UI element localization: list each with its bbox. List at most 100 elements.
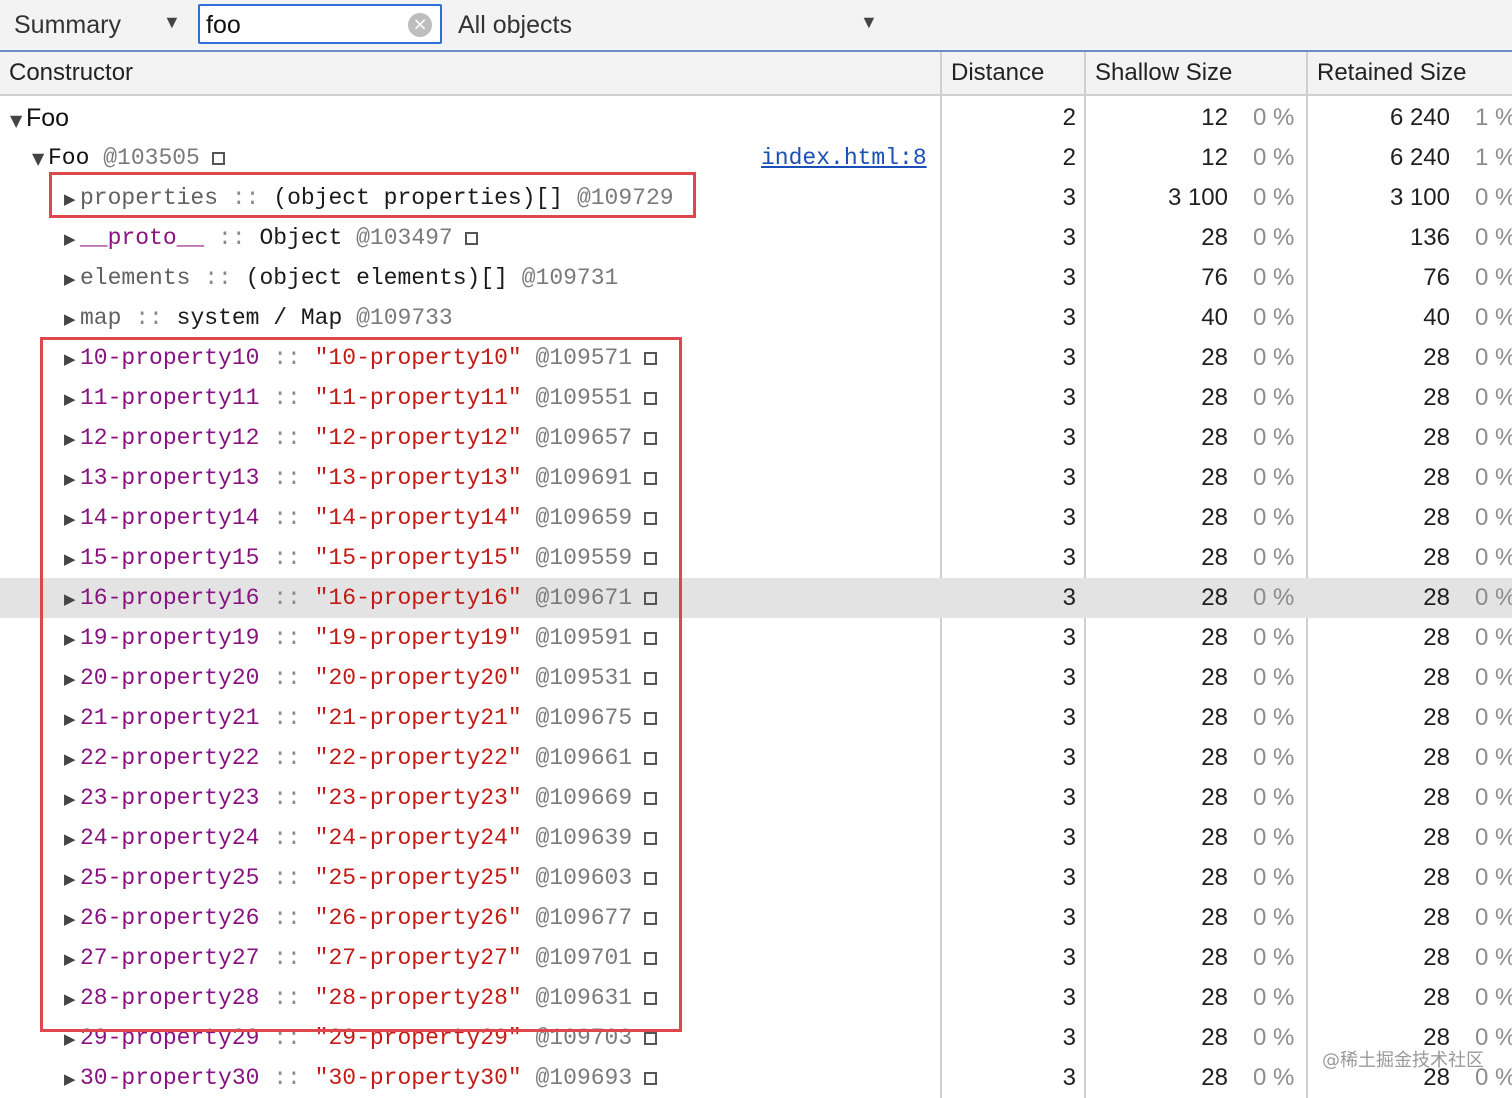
distance-value: 3 — [1062, 784, 1076, 811]
store-as-global-icon[interactable] — [644, 872, 658, 885]
view-dropdown-icon[interactable]: ▼ — [163, 12, 181, 33]
store-as-global-icon[interactable] — [464, 232, 478, 245]
collapsed-triangle-icon[interactable]: ▶ — [64, 779, 80, 819]
retained-size-value: 28 — [1423, 744, 1450, 771]
collapsed-triangle-icon[interactable]: ▶ — [64, 179, 80, 219]
collapsed-triangle-icon[interactable]: ▶ — [64, 259, 80, 299]
retained-size-percent: 0 % — [1475, 224, 1512, 251]
collapsed-triangle-icon[interactable]: ▶ — [64, 899, 80, 939]
table-row[interactable]: ▶ 12-property12 :: "12-property12" @10965… — [0, 418, 1512, 458]
shallow-size-value: 28 — [1201, 944, 1228, 971]
store-as-global-icon[interactable] — [644, 592, 658, 605]
store-as-global-icon[interactable] — [644, 792, 658, 805]
column-constructor[interactable]: Constructor — [0, 52, 940, 94]
source-location-link[interactable]: index.html:8 — [761, 138, 927, 178]
retained-size-percent: 0 % — [1475, 304, 1512, 331]
table-row[interactable]: ▶ 10-property10 :: "10-property10" @10957… — [0, 338, 1512, 378]
store-as-global-icon[interactable] — [644, 1072, 658, 1085]
table-row[interactable]: ▶ 26-property26 :: "26-property26" @10967… — [0, 898, 1512, 938]
table-row[interactable]: ▶ 27-property27 :: "27-property27" @10970… — [0, 938, 1512, 978]
collapsed-triangle-icon[interactable]: ▶ — [64, 739, 80, 779]
expanded-triangle-icon[interactable]: ▼ — [32, 139, 48, 179]
object-id: @109657 — [535, 425, 633, 451]
collapsed-triangle-icon[interactable]: ▶ — [64, 499, 80, 539]
table-row[interactable]: ▶__proto__ :: Object @103497 3 28 0 % 136 0 % — [0, 218, 1512, 258]
collapsed-triangle-icon[interactable]: ▶ — [64, 939, 80, 979]
retained-size-value: 28 — [1423, 384, 1450, 411]
table-row[interactable]: ▶ 11-property11 :: "11-property11" @10955… — [0, 378, 1512, 418]
property-value: "11-property11" — [314, 385, 522, 411]
store-as-global-icon[interactable] — [644, 912, 658, 925]
shallow-size-percent: 0 % — [1253, 264, 1295, 291]
table-row[interactable]: ▼Foo @103505 index.html:8 2 12 0 % 6 240 1 % — [0, 138, 1512, 178]
store-as-global-icon[interactable] — [644, 672, 658, 685]
table-row[interactable]: ▶ 22-property22 :: "22-property22" @10966… — [0, 738, 1512, 778]
collapsed-triangle-icon[interactable]: ▶ — [64, 699, 80, 739]
property-name: properties — [80, 185, 219, 211]
object-filter-select[interactable]: All objects — [458, 11, 572, 40]
column-retained-size[interactable]: Retained Size — [1308, 52, 1512, 94]
store-as-global-icon[interactable] — [644, 712, 658, 725]
property-value: "30-property30" — [314, 1065, 522, 1091]
class-filter-box[interactable]: × — [198, 4, 442, 44]
collapsed-triangle-icon[interactable]: ▶ — [64, 1019, 80, 1059]
store-as-global-icon[interactable] — [644, 832, 658, 845]
collapsed-triangle-icon[interactable]: ▶ — [64, 459, 80, 499]
table-row[interactable]: ▶map :: system / Map @109733 3 40 0 % 40 0 % — [0, 298, 1512, 338]
collapsed-triangle-icon[interactable]: ▶ — [64, 579, 80, 619]
collapsed-triangle-icon[interactable]: ▶ — [64, 419, 80, 459]
table-row[interactable]: ▶ elements :: (object elements)[] @109731… — [0, 258, 1512, 298]
store-as-global-icon[interactable] — [644, 632, 658, 645]
collapsed-triangle-icon[interactable]: ▶ — [64, 659, 80, 699]
store-as-global-icon[interactable] — [644, 352, 658, 365]
table-row[interactable]: ▶ 19-property19 :: "19-property19" @10959… — [0, 618, 1512, 658]
collapsed-triangle-icon[interactable]: ▶ — [64, 299, 80, 339]
collapsed-triangle-icon[interactable]: ▶ — [64, 859, 80, 899]
table-row[interactable]: ▶ 16-property16 :: "16-property16" @10967… — [0, 578, 1512, 618]
table-row[interactable]: ▶ 15-property15 :: "15-property15" @10955… — [0, 538, 1512, 578]
distance-value: 3 — [1062, 344, 1076, 371]
constructor-cell: ▶ 13-property13 :: "13-property13" @10969… — [64, 458, 658, 499]
table-row[interactable]: ▶ 23-property23 :: "23-property23" @10966… — [0, 778, 1512, 818]
collapsed-triangle-icon[interactable]: ▶ — [64, 819, 80, 859]
expanded-triangle-icon[interactable]: ▼ — [10, 101, 26, 141]
store-as-global-icon[interactable] — [644, 752, 658, 765]
collapsed-triangle-icon[interactable]: ▶ — [64, 339, 80, 379]
property-value: system / Map — [176, 305, 343, 331]
collapsed-triangle-icon[interactable]: ▶ — [64, 979, 80, 1019]
clear-search-icon[interactable]: × — [408, 13, 432, 37]
retained-size-value: 28 — [1423, 544, 1450, 571]
table-row[interactable]: ▶ 30-property30 :: "30-property30" @10969… — [0, 1058, 1512, 1098]
column-shallow-size[interactable]: Shallow Size — [1086, 52, 1306, 94]
table-row[interactable]: ▶ 14-property14 :: "14-property14" @10965… — [0, 498, 1512, 538]
table-row[interactable]: ▶ 20-property20 :: "20-property20" @10953… — [0, 658, 1512, 698]
store-as-global-icon[interactable] — [644, 952, 658, 965]
shallow-size-percent: 0 % — [1253, 344, 1295, 371]
table-row[interactable]: ▶ 21-property21 :: "21-property21" @10967… — [0, 698, 1512, 738]
store-as-global-icon[interactable] — [644, 1032, 658, 1045]
column-distance[interactable]: Distance — [942, 52, 1084, 94]
collapsed-triangle-icon[interactable]: ▶ — [64, 539, 80, 579]
store-as-global-icon[interactable] — [644, 512, 658, 525]
object-filter-dropdown-icon[interactable]: ▼ — [860, 12, 878, 33]
collapsed-triangle-icon[interactable]: ▶ — [64, 619, 80, 659]
collapsed-triangle-icon[interactable]: ▶ — [64, 1059, 80, 1098]
class-filter-input[interactable] — [206, 10, 396, 40]
store-as-global-icon[interactable] — [644, 552, 658, 565]
store-as-global-icon[interactable] — [211, 152, 225, 165]
store-as-global-icon[interactable] — [644, 472, 658, 485]
table-row[interactable]: ▶ 13-property13 :: "13-property13" @10969… — [0, 458, 1512, 498]
table-row[interactable]: ▼Foo 2 12 0 % 6 240 1 % — [0, 98, 1512, 138]
table-row[interactable]: ▶ properties :: (object properties)[] @10… — [0, 178, 1512, 218]
view-select[interactable]: Summary — [14, 11, 121, 40]
table-row[interactable]: ▶ 29-property29 :: "29-property29" @10970… — [0, 1018, 1512, 1058]
store-as-global-icon[interactable] — [644, 392, 658, 405]
shallow-size-percent: 0 % — [1253, 1064, 1295, 1091]
table-row[interactable]: ▶ 28-property28 :: "28-property28" @10963… — [0, 978, 1512, 1018]
collapsed-triangle-icon[interactable]: ▶ — [64, 379, 80, 419]
store-as-global-icon[interactable] — [644, 992, 658, 1005]
store-as-global-icon[interactable] — [644, 432, 658, 445]
table-row[interactable]: ▶ 25-property25 :: "25-property25" @10960… — [0, 858, 1512, 898]
collapsed-triangle-icon[interactable]: ▶ — [64, 219, 80, 259]
table-row[interactable]: ▶ 24-property24 :: "24-property24" @10963… — [0, 818, 1512, 858]
